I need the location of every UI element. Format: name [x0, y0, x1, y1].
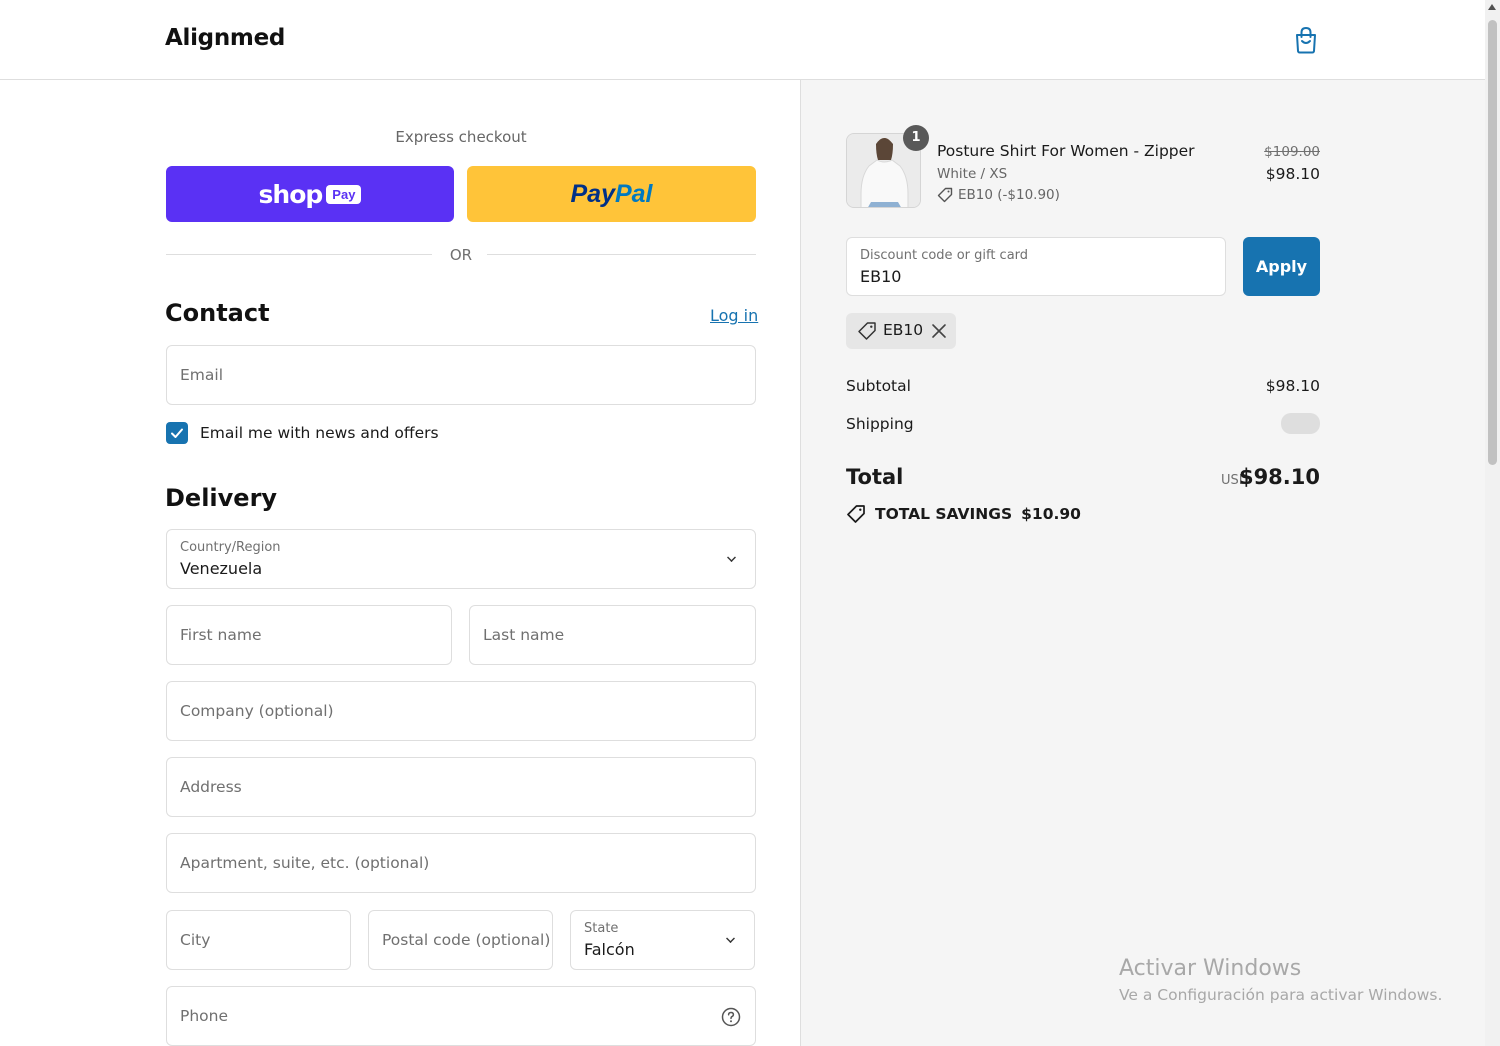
- address-field[interactable]: Address: [166, 757, 756, 817]
- country-label: Country/Region: [180, 540, 281, 555]
- chevron-down-icon: [727, 553, 736, 562]
- original-price: $109.00: [1264, 144, 1320, 160]
- sale-price: $98.10: [1265, 165, 1320, 183]
- first-name-placeholder: First name: [180, 626, 262, 644]
- company-field[interactable]: Company (optional): [166, 681, 756, 741]
- shop-pay-button[interactable]: shop Pay: [166, 166, 454, 222]
- address-placeholder: Address: [180, 778, 242, 796]
- discount-code-label: Discount code or gift card: [860, 248, 1029, 263]
- apartment-placeholder: Apartment, suite, etc. (optional): [180, 854, 430, 872]
- phone-placeholder: Phone: [180, 1007, 229, 1025]
- paypal-logo-part2: Pal: [614, 179, 653, 208]
- shop-pay-wordmark: shop: [258, 179, 324, 209]
- last-name-placeholder: Last name: [483, 626, 565, 644]
- email-placeholder: Email: [180, 366, 224, 384]
- email-field[interactable]: Email: [166, 345, 756, 405]
- total-savings-value: $10.90: [1021, 505, 1081, 523]
- contact-heading: Contact: [165, 299, 270, 327]
- last-name-field[interactable]: Last name: [469, 605, 756, 665]
- subtotal-label: Subtotal: [846, 377, 911, 395]
- delivery-heading: Delivery: [165, 484, 278, 512]
- savings-tag-icon: [847, 505, 865, 523]
- product-discount-text: EB10 (-$10.90): [958, 187, 1060, 203]
- city-placeholder: City: [180, 931, 211, 949]
- phone-field[interactable]: Phone: [166, 986, 756, 1046]
- site-header: Alignmed: [0, 0, 1485, 80]
- product-name: Posture Shirt For Women - Zipper: [937, 142, 1195, 160]
- chevron-down-icon: [726, 934, 735, 943]
- company-placeholder: Company (optional): [180, 702, 334, 720]
- paypal-button[interactable]: Pay Pal: [467, 166, 756, 222]
- applied-discount-chip: EB10: [846, 313, 956, 349]
- apply-button[interactable]: Apply: [1243, 237, 1320, 296]
- windows-activation-title: Activar Windows: [1119, 956, 1302, 981]
- total-label: Total: [846, 465, 904, 489]
- country-select[interactable]: Country/Region Venezuela: [166, 529, 756, 589]
- applied-discount-code: EB10: [883, 321, 924, 339]
- tag-icon: [858, 322, 876, 340]
- product-discount: EB10 (-$10.90): [937, 187, 1060, 203]
- city-field[interactable]: City: [166, 910, 351, 970]
- scroll-thumb[interactable]: [1488, 20, 1497, 465]
- postal-code-field[interactable]: Postal code (optional): [368, 910, 553, 970]
- express-checkout-label: Express checkout: [395, 128, 527, 146]
- discount-code-value: EB10: [860, 267, 902, 286]
- page-scrollbar[interactable]: [1485, 0, 1500, 1046]
- total-value: $98.10: [1238, 465, 1320, 489]
- newsletter-checkbox[interactable]: [166, 422, 188, 444]
- shop-pay-pill: Pay: [326, 184, 362, 204]
- windows-activation-subtitle: Ve a Configuración para activar Windows.: [1119, 986, 1443, 1004]
- subtotal-value: $98.10: [1265, 377, 1320, 395]
- shipping-loading-placeholder: [1281, 413, 1320, 434]
- or-text: OR: [449, 246, 473, 264]
- newsletter-label[interactable]: Email me with news and offers: [200, 424, 439, 442]
- scroll-up-arrow-icon[interactable]: [1488, 4, 1496, 10]
- quantity-badge: 1: [903, 125, 929, 151]
- paypal-logo-part1: Pay: [570, 179, 615, 208]
- discount-code-field[interactable]: Discount code or gift card EB10: [846, 237, 1226, 296]
- login-link[interactable]: Log in: [710, 306, 758, 325]
- store-logo[interactable]: Alignmed: [165, 25, 285, 51]
- apartment-field[interactable]: Apartment, suite, etc. (optional): [166, 833, 756, 893]
- order-summary-panel: [800, 80, 1485, 1046]
- product-variant: White / XS: [937, 166, 1008, 182]
- total-savings: TOTAL SAVINGS $10.90: [846, 504, 1081, 524]
- help-icon[interactable]: [721, 1007, 741, 1027]
- shipping-label: Shipping: [846, 415, 914, 433]
- postal-code-placeholder: Postal code (optional): [382, 931, 551, 949]
- state-value: Falcón: [584, 940, 635, 959]
- shopping-bag-icon[interactable]: [1293, 26, 1319, 54]
- remove-discount-icon[interactable]: [930, 322, 948, 340]
- total-savings-label: TOTAL SAVINGS: [875, 505, 1013, 523]
- state-label: State: [584, 921, 619, 936]
- first-name-field[interactable]: First name: [166, 605, 452, 665]
- tag-icon: [937, 187, 953, 203]
- or-divider: OR: [166, 245, 756, 265]
- country-value: Venezuela: [180, 559, 263, 578]
- checkmark-icon: [171, 428, 183, 438]
- state-select[interactable]: State Falcón: [570, 910, 755, 970]
